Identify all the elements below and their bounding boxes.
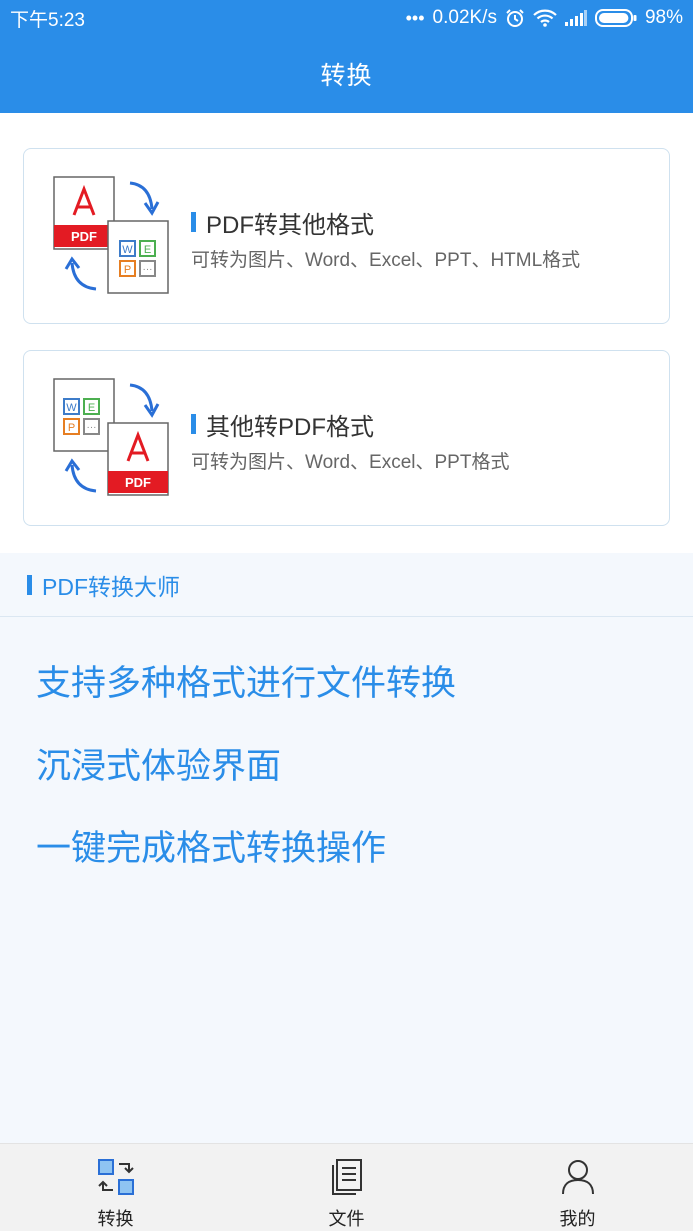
bottom-tab-bar: 转换 文件 我的 [0,1143,693,1231]
svg-text:P: P [124,264,131,276]
battery-percent: 98% [644,7,683,28]
other-to-pdf-card[interactable]: W E P ··· PDF 其他转PDF格式 可转为图片、Word、Excel、… [23,350,670,526]
svg-text:···: ··· [87,422,97,433]
signal-icon [564,10,587,26]
tab-label: 我的 [559,1209,596,1229]
promo-heading: PDF转换大师 [0,553,693,617]
pdf-to-office-illustration: PDF W E P ··· [52,175,172,299]
svg-text:···: ··· [143,264,153,275]
more-dots: ••• [405,7,425,28]
promo-section: PDF转换大师 支持多种格式进行文件转换 沉浸式体验界面 一键完成格式转换操作 [0,553,693,1143]
battery-icon [594,8,637,28]
card-title-label: 其他转PDF格式 [206,413,374,441]
pdf-to-other-card[interactable]: PDF W E P ··· PDF转其他格式 可转为图片、Word、Excel、… [23,148,670,324]
feature-text: 一键完成格式转换操作 [36,829,387,868]
card-title-label: PDF转其他格式 [206,211,374,239]
tab-files[interactable]: 文件 [231,1144,462,1231]
feature-text: 支持多种格式进行文件转换 [36,664,457,703]
card-text: 其他转PDF格式 可转为图片、Word、Excel、PPT格式 [191,409,509,474]
user-icon [559,1158,597,1196]
status-time: 下午5:23 [10,9,85,31]
tab-mine[interactable]: 我的 [462,1144,693,1231]
feature-text: 沉浸式体验界面 [36,747,282,786]
wifi-icon [533,9,557,27]
heading-accent-bar [27,574,32,595]
tab-label: 转换 [97,1209,134,1229]
pdf-badge-text: PDF [125,475,151,490]
svg-text:P: P [68,422,75,434]
title-accent-bar [191,212,196,232]
svg-text:W: W [66,402,77,414]
pdf-badge-text: PDF [71,229,97,244]
promo-heading-label: PDF转换大师 [42,573,180,600]
tab-label: 文件 [328,1209,365,1229]
svg-text:W: W [122,244,133,256]
status-icons: ••• 0.02K/s 98% [406,7,683,29]
file-icon [328,1158,366,1196]
svg-text:E: E [88,402,95,414]
card-text: PDF转其他格式 可转为图片、Word、Excel、PPT、HTML格式 [191,207,580,272]
card-subtitle: 可转为图片、Word、Excel、PPT格式 [191,452,510,473]
title-accent-bar [191,414,196,434]
card-subtitle: 可转为图片、Word、Excel、PPT、HTML格式 [191,250,581,271]
office-to-pdf-illustration: W E P ··· PDF [52,377,172,501]
convert-icon [97,1158,135,1196]
page-title: 转换 [320,62,373,90]
alarm-icon [505,8,525,28]
svg-text:E: E [144,244,151,256]
status-bar: 下午5:23 ••• 0.02K/s 98% [0,0,693,36]
app-header: 下午5:23 ••• 0.02K/s 98% 转换 [0,0,693,113]
card-title: PDF转其他格式 [191,207,580,239]
card-title: 其他转PDF格式 [191,409,509,441]
tab-convert[interactable]: 转换 [0,1144,231,1231]
network-speed: 0.02K/s [432,7,497,28]
